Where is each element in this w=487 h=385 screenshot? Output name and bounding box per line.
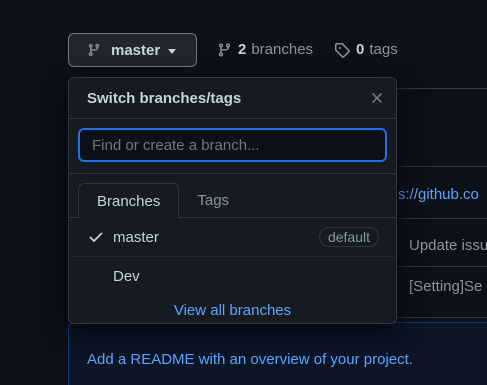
dropdown-title: Switch branches/tags xyxy=(87,89,242,107)
dropdown-tabs: Branches Tags xyxy=(69,183,396,218)
dropdown-header: Switch branches/tags xyxy=(69,78,396,119)
tag-icon xyxy=(335,42,350,58)
clone-url-fragment[interactable]: s://github.co xyxy=(398,186,479,203)
branch-item-dev[interactable]: Dev xyxy=(69,257,396,295)
branch-select-button[interactable]: master xyxy=(68,33,197,67)
commit-message[interactable]: Update issu xyxy=(409,237,487,254)
git-branch-icon xyxy=(218,42,231,57)
tab-tags[interactable]: Tags xyxy=(179,183,247,217)
branch-name: Dev xyxy=(113,267,140,285)
tab-branches[interactable]: Branches xyxy=(78,183,180,218)
tags-count: 0 xyxy=(356,41,365,58)
close-icon-glyph xyxy=(372,93,382,103)
git-branch-icon xyxy=(88,43,100,57)
branches-count: 2 xyxy=(238,41,247,58)
branches-label: branches xyxy=(251,41,314,58)
default-badge: default xyxy=(318,227,379,247)
commit-message[interactable]: [Setting]Se xyxy=(409,278,482,295)
branch-switcher-dropdown: Switch branches/tags Branches Tags maste… xyxy=(68,77,397,324)
branch-item-master[interactable]: master default xyxy=(69,218,396,257)
divider xyxy=(398,166,487,167)
tags-link[interactable]: 0 tags xyxy=(334,41,398,58)
caret-down-icon xyxy=(168,48,177,54)
divider xyxy=(398,218,487,219)
tags-label: tags xyxy=(369,41,398,58)
add-readme-link[interactable]: Add a README with an overview of your pr… xyxy=(87,351,413,368)
close-icon[interactable] xyxy=(370,91,384,105)
branch-filter-input[interactable] xyxy=(78,128,387,162)
check-icon xyxy=(89,232,103,242)
view-all-branches-link[interactable]: View all branches xyxy=(69,295,396,323)
divider xyxy=(398,266,487,267)
page: s://github.co Update issu [Setting]Se Ad… xyxy=(0,0,487,385)
branch-select-label: master xyxy=(111,41,161,59)
branch-name: master xyxy=(113,228,159,246)
filter-wrapper xyxy=(69,119,396,174)
branches-link[interactable]: 2 branches xyxy=(217,41,313,58)
